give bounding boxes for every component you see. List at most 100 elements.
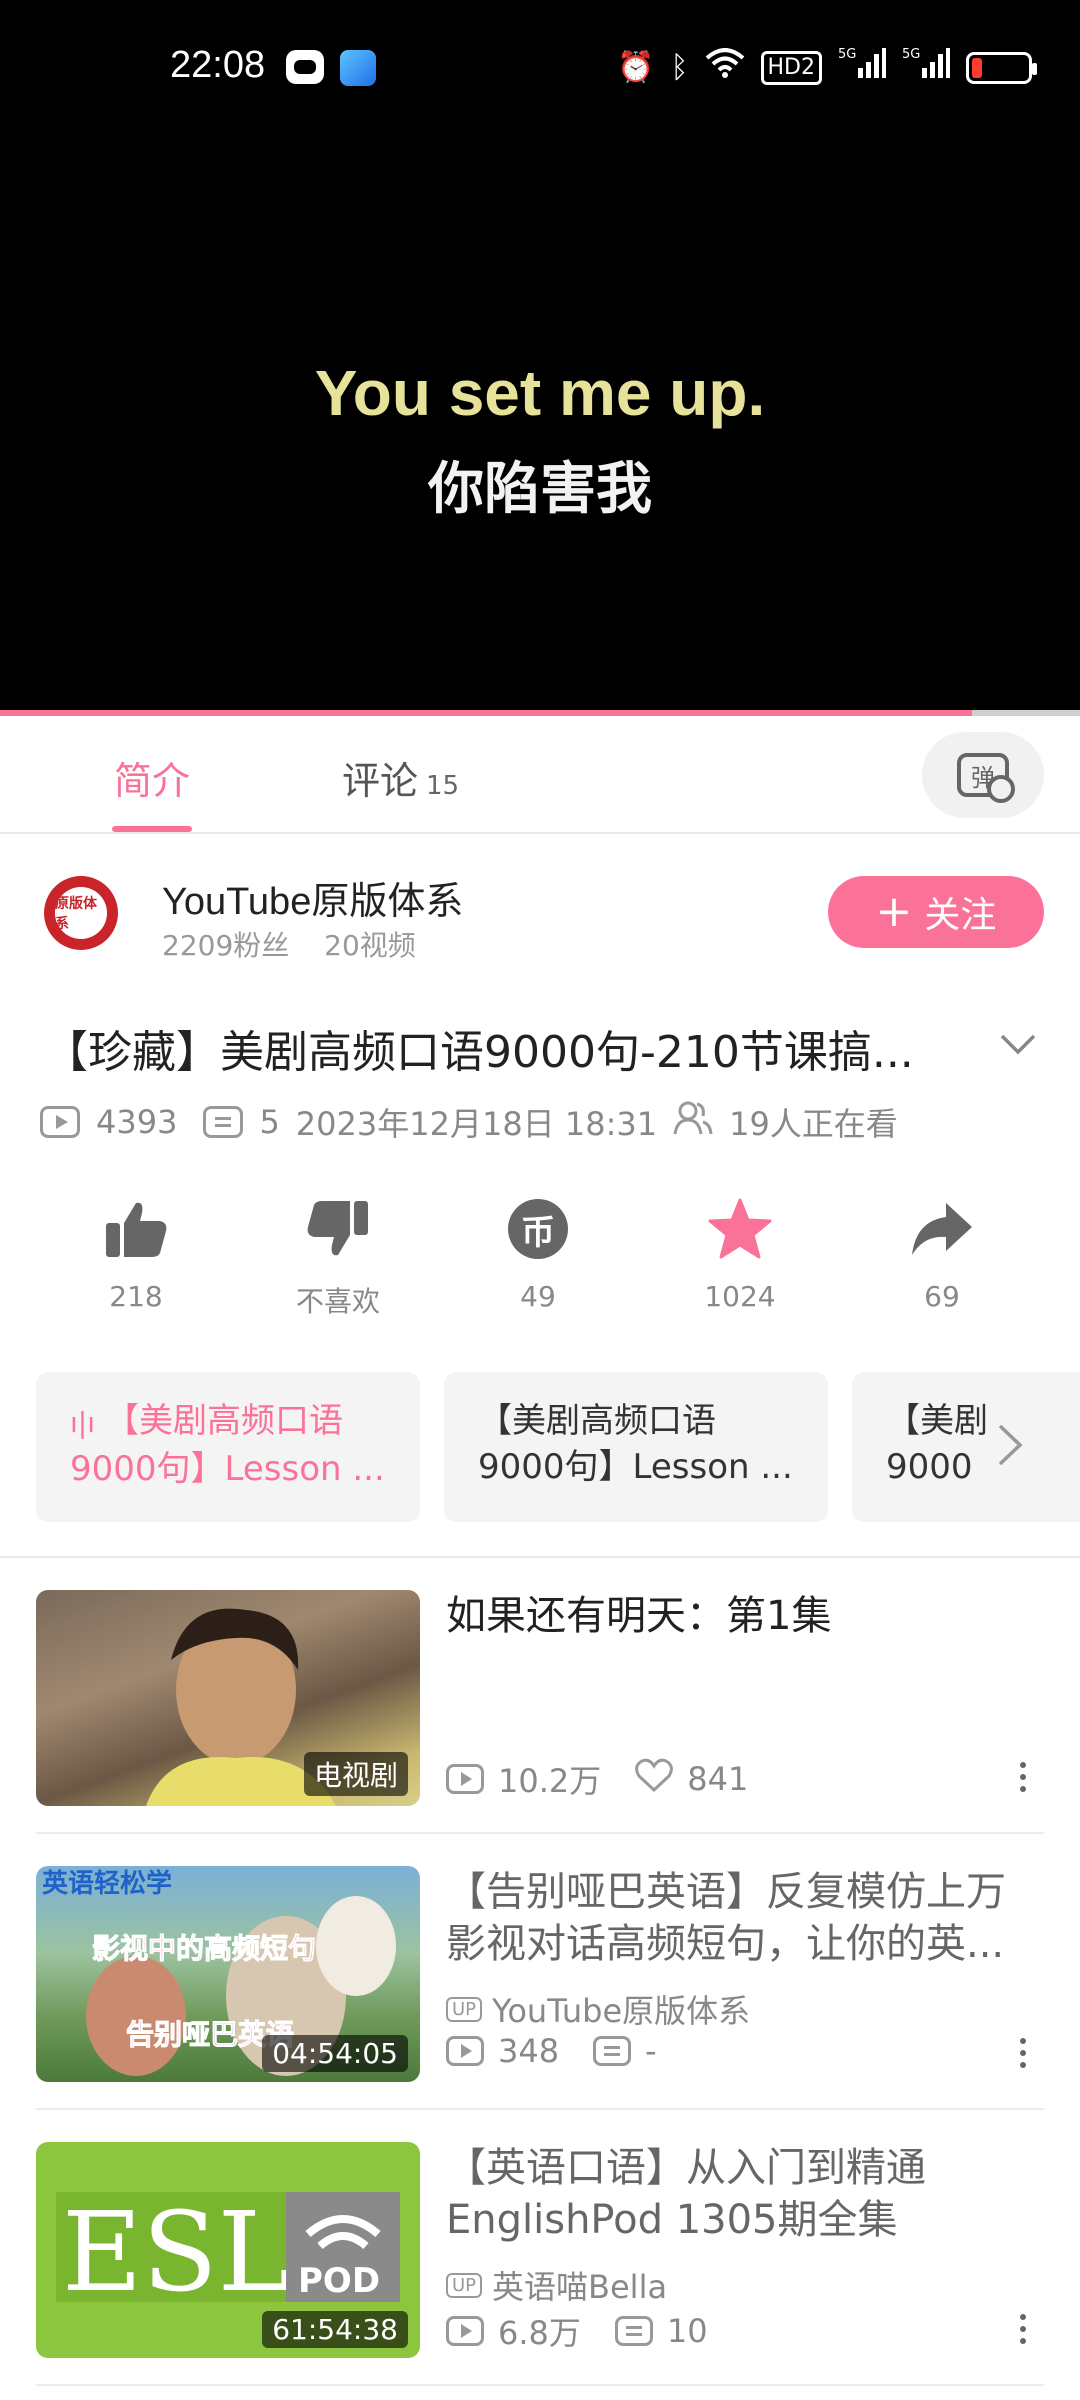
danmaku-icon-label: 弹: [971, 763, 995, 792]
esl-logo-text: ESL: [62, 2188, 291, 2316]
danmaku-count-icon: [593, 2036, 632, 2066]
more-options-icon[interactable]: [1020, 2038, 1026, 2068]
signal-5g-icon: 5G: [838, 46, 886, 91]
danmaku-count: 5: [259, 1103, 280, 1141]
dislike-button[interactable]: 不喜欢: [258, 1196, 418, 1320]
video-title[interactable]: 【珍藏】美剧高频口语9000句-210节课搞...: [44, 1016, 964, 1080]
battery-level: [972, 58, 982, 78]
tab-comments[interactable]: 评论 15: [342, 750, 459, 805]
thumbnail-text-top: 英语轻松学: [42, 1868, 172, 1899]
thumbs-down-icon: [258, 1196, 418, 1262]
coin-symbol: 币: [508, 1199, 568, 1259]
uploader-name[interactable]: YouTube原版体系: [162, 870, 463, 925]
play-count-icon: [446, 2316, 484, 2346]
heart-icon: [635, 1758, 674, 1800]
list-divider: [36, 2108, 1044, 2110]
video-thumbnail: 电视剧: [36, 1590, 420, 1806]
video-duration: 04:54:05: [262, 2035, 408, 2072]
episode-title-line2: 9000: [886, 1447, 973, 1487]
recommend-title: 【告别哑巴英语】反复模仿上万影视对话高频短句，让你的英...: [446, 1869, 1006, 1967]
more-options-icon[interactable]: [1020, 2314, 1026, 2344]
recommend-owner: UP 英语喵Bella: [446, 2262, 667, 2308]
episode-list: ı|ı 【美剧高频口语 9000句】Lesson ... 【美剧高频口语 9000…: [36, 1372, 1080, 1522]
uploader-avatar[interactable]: 原版体系: [44, 876, 118, 950]
play-count: 4393: [96, 1103, 178, 1141]
tab-intro[interactable]: 简介: [114, 750, 190, 805]
section-divider: [0, 1556, 1080, 1558]
comments-count: 15: [426, 771, 460, 801]
favorite-button[interactable]: 1024: [660, 1196, 820, 1313]
play-count: 10.2万: [498, 1762, 602, 1800]
coin-button[interactable]: 币 49: [458, 1196, 618, 1313]
episode-item[interactable]: 【美剧 9000: [852, 1372, 1080, 1522]
video-stats: 4393 5 2023年12月18日 18:31 19人正在看: [40, 1100, 898, 1144]
status-icons: ⏰ ᛒ HD2 5G 5G: [617, 46, 1037, 91]
signal-label: 5G: [838, 47, 856, 62]
list-divider: [36, 1832, 1044, 1834]
notification-app-icon-2: [340, 50, 376, 86]
wifi-icon: [705, 47, 745, 89]
chevron-down-icon[interactable]: [998, 1024, 1038, 1064]
more-options-icon[interactable]: [1020, 1762, 1026, 1792]
episode-item[interactable]: 【美剧高频口语 9000句】Lesson ...: [444, 1372, 828, 1522]
like-count: 841: [687, 1760, 749, 1798]
signal-label-2: 5G: [902, 47, 920, 62]
danmaku-off-icon: 弹: [957, 753, 1015, 803]
publish-date: 2023年12月18日 18:31: [295, 1105, 658, 1143]
tab-comments-label: 评论: [342, 759, 419, 803]
recommend-item[interactable]: ESL POD 61:54:38 【英语口语】从入门到精通EnglishPod …: [36, 2142, 1044, 2358]
tab-active-indicator: [112, 826, 192, 832]
danmaku-count: 10: [666, 2312, 708, 2350]
episode-item[interactable]: ı|ı 【美剧高频口语 9000句】Lesson ...: [36, 1372, 420, 1522]
chevron-right-icon[interactable]: [996, 1422, 1026, 1480]
coin-icon: 币: [458, 1196, 618, 1262]
video-player[interactable]: 22:08 ⏰ ᛒ HD2 5G 5G You set me up. 你陷害我: [0, 0, 1080, 714]
signal-5g-icon-2: 5G: [902, 46, 950, 91]
up-icon: UP: [446, 2272, 483, 2298]
subtitle-chinese: 你陷害我: [428, 457, 652, 522]
play-count-icon: [446, 2036, 484, 2066]
recommend-meta: 10.2万 841: [446, 1756, 748, 1802]
notification-app-icon: [286, 50, 324, 84]
video-thumbnail: ESL POD 61:54:38: [36, 2142, 420, 2358]
owner-name: YouTube原版体系: [492, 1992, 751, 2030]
category-badge: 电视剧: [303, 1752, 408, 1796]
alarm-icon: ⏰: [617, 50, 655, 85]
danmaku-count-icon: [203, 1106, 244, 1138]
up-icon: UP: [446, 1996, 483, 2022]
detail-tabs: 简介 评论 15: [0, 716, 1080, 834]
pod-logo-text: POD: [298, 2261, 380, 2301]
video-duration: 61:54:38: [262, 2311, 408, 2348]
like-button[interactable]: 218: [56, 1196, 216, 1313]
subtitle-english: You set me up.: [314, 357, 766, 429]
coin-count: 49: [520, 1280, 556, 1313]
follow-button[interactable]: + 关注: [828, 876, 1044, 948]
thumbnail-text-mid: 影视中的高频短句: [92, 1932, 316, 1965]
episode-title-line2: 9000句】Lesson ...: [478, 1447, 793, 1487]
bluetooth-icon: ᛒ: [670, 50, 689, 85]
episode-title-line1: 【美剧: [886, 1401, 988, 1441]
tab-intro-label: 简介: [114, 759, 191, 803]
danmaku-toggle-button[interactable]: 弹: [922, 732, 1044, 818]
share-icon: [862, 1196, 1022, 1262]
recommend-item[interactable]: 英语轻松学 影视中的高频短句 告别哑巴英语 04:54:05 【告别哑巴英语】反…: [36, 1866, 1044, 2082]
playing-bars-icon: ı|ı: [70, 1406, 95, 1439]
play-count: 348: [498, 2032, 560, 2070]
like-count: 218: [109, 1280, 163, 1313]
hd-icon: HD2: [760, 51, 822, 85]
share-button[interactable]: 69: [862, 1196, 1022, 1313]
recommend-item[interactable]: 电视剧 如果还有明天：第1集 10.2万 841: [36, 1590, 1044, 1806]
uploader-videos: 20视频: [324, 929, 416, 962]
watching-count: 19人正在看: [729, 1105, 898, 1143]
viewers-icon: [673, 1100, 713, 1144]
battery-icon: [966, 52, 1037, 84]
action-bar: 218 不喜欢 币 49 1024 69: [0, 1196, 1080, 1326]
recommend-title: 【英语口语】从入门到精通EnglishPod 1305期全集: [446, 2145, 926, 2243]
recommend-meta: 348 -: [446, 2032, 657, 2070]
episode-title-line1: 【美剧高频口语: [105, 1401, 343, 1441]
status-time: 22:08: [170, 44, 266, 86]
avatar-logo: 原版体系: [55, 887, 107, 939]
share-count: 69: [924, 1280, 960, 1313]
video-thumbnail: 英语轻松学 影视中的高频短句 告别哑巴英语 04:54:05: [36, 1866, 420, 2082]
play-count-icon: [446, 1764, 484, 1794]
